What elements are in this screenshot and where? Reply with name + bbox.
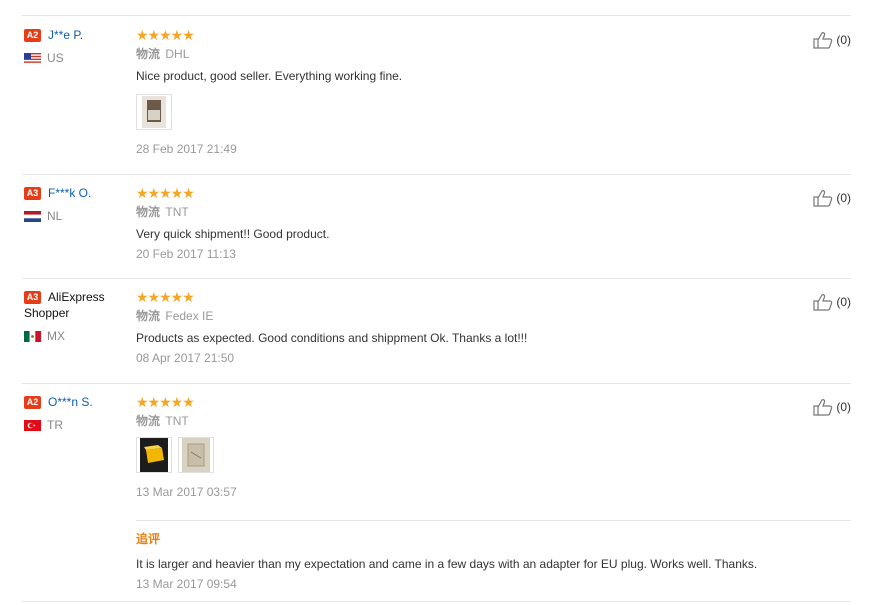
followup-text: It is larger and heavier than my expecta… <box>136 557 758 571</box>
review-content: ★★★★★ 物流 Fedex IE Products as expected. … <box>136 289 791 365</box>
helpful-count: (0) <box>836 191 851 205</box>
reviewer-name[interactable]: F***k O. <box>48 185 91 201</box>
reviewer-name-line2: Shopper <box>24 306 70 320</box>
review-item: A3 F***k O. NL ★★★★★ 物流 TNT Very quick s… <box>22 174 851 279</box>
reviewer-info: A2 O***n S. TR <box>24 394 134 432</box>
review-date: 20 Feb 2017 11:13 <box>136 247 236 261</box>
review-item: A2 O***n S. TR ★★★★★ 物流 TNT 13 Mar 2017 … <box>22 383 851 602</box>
rating-stars: ★★★★★ <box>136 27 195 43</box>
reviewer-country: NL <box>24 209 134 223</box>
helpful-button[interactable]: (0) <box>813 398 851 416</box>
rating-stars: ★★★★★ <box>136 185 195 201</box>
buyer-level-badge: A3 <box>24 291 41 304</box>
reviewer-name[interactable]: O***n S. <box>48 394 93 410</box>
reviewer-country: TR <box>24 418 134 432</box>
country-code: TR <box>47 418 63 432</box>
flag-us-icon <box>24 52 41 64</box>
followup-content: 追评 It is larger and heavier than my expe… <box>136 530 791 591</box>
review-item: A2 J**e P. US ★★★★★ 物流 DHL Nice product,… <box>22 16 851 175</box>
review-date: 28 Feb 2017 21:49 <box>136 142 237 156</box>
followup-divider <box>136 520 851 521</box>
reviewer-info: A3 AliExpress Shopper MX <box>24 289 134 343</box>
helpful-button[interactable]: (0) <box>813 31 851 49</box>
followup-date: 13 Mar 2017 09:54 <box>136 577 237 591</box>
thumbs-up-icon <box>813 294 833 311</box>
review-photo-thumbnail[interactable] <box>136 437 172 473</box>
review-photo-thumbnail[interactable] <box>136 94 172 130</box>
review-images <box>136 94 791 130</box>
country-code: NL <box>47 209 63 223</box>
helpful-count: (0) <box>836 295 851 309</box>
review-date: 08 Apr 2017 21:50 <box>136 351 235 365</box>
review-item: A3 AliExpress Shopper MX ★★★★★ 物流 Fedex … <box>22 278 851 384</box>
reviewer-info: A2 J**e P. US <box>24 27 134 65</box>
helpful-count: (0) <box>836 400 851 414</box>
helpful-button[interactable]: (0) <box>813 189 851 207</box>
country-code: US <box>47 51 64 65</box>
photo-image <box>140 438 168 472</box>
country-code: MX <box>47 329 65 343</box>
reviewer-name[interactable]: J**e P. <box>48 27 83 43</box>
shipping-method: 物流 DHL <box>136 47 190 61</box>
photo-image <box>182 438 210 472</box>
helpful-button[interactable]: (0) <box>813 293 851 311</box>
buyer-level-badge: A2 <box>24 29 41 42</box>
helpful-count: (0) <box>836 33 851 47</box>
thumbs-up-icon <box>813 190 833 207</box>
rating-stars: ★★★★★ <box>136 289 195 305</box>
review-date: 13 Mar 2017 03:57 <box>136 485 237 499</box>
thumbs-up-icon <box>813 399 833 416</box>
review-images <box>136 437 791 473</box>
flag-nl-icon <box>24 210 41 222</box>
reviewer-info: A3 F***k O. NL <box>24 185 134 223</box>
review-content: ★★★★★ 物流 DHL Nice product, good seller. … <box>136 27 791 156</box>
review-text: Products as expected. Good conditions an… <box>136 331 528 345</box>
buyer-level-badge: A2 <box>24 396 41 409</box>
thumbs-up-icon <box>813 32 833 49</box>
shipping-method: 物流 TNT <box>136 205 189 219</box>
shipping-method: 物流 TNT <box>136 414 189 428</box>
shipping-method: 物流 Fedex IE <box>136 309 214 323</box>
review-text: Very quick shipment!! Good product. <box>136 227 330 241</box>
reviewer-name: AliExpress <box>48 290 105 304</box>
review-text: Nice product, good seller. Everything wo… <box>136 69 403 83</box>
review-photo-thumbnail[interactable] <box>178 437 214 473</box>
reviewer-country: US <box>24 51 134 65</box>
rating-stars: ★★★★★ <box>136 394 195 410</box>
buyer-level-badge: A3 <box>24 187 41 200</box>
followup-title: 追评 <box>136 532 161 546</box>
review-content: ★★★★★ 物流 TNT Very quick shipment!! Good … <box>136 185 791 261</box>
flag-tr-icon <box>24 419 41 431</box>
flag-mx-icon <box>24 330 41 342</box>
reviewer-country: MX <box>24 329 134 343</box>
photo-image <box>142 96 166 128</box>
review-content: ★★★★★ 物流 TNT 13 Mar 2017 03:57 <box>136 394 791 499</box>
